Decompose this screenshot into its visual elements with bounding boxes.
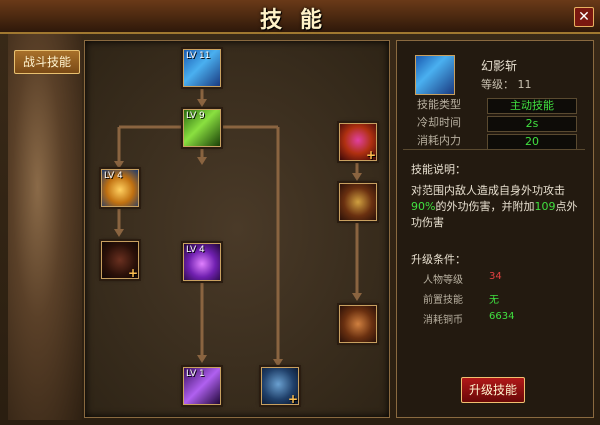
skill-window: 技能 ✕ 战斗技能 LV 11 LV 9 LV 4 LV 4 LV 1 + + … xyxy=(0,0,600,425)
description-label: 技能说明： xyxy=(411,163,466,176)
skill-level: LV 1 xyxy=(186,369,205,379)
skill-slot-4[interactable]: LV 4 xyxy=(183,243,221,281)
requirements-label: 升级条件： xyxy=(411,253,466,266)
grade-value: 11 xyxy=(517,78,532,91)
skill-level: LV 11 xyxy=(186,51,211,61)
upgrade-skill-button[interactable]: 升级技能 xyxy=(461,377,525,403)
close-button[interactable]: ✕ xyxy=(574,7,594,27)
stat-label-type: 技能类型 xyxy=(417,98,461,111)
stat-value-cooldown: 2s xyxy=(487,116,577,132)
stat-label-cooldown: 冷却时间 xyxy=(417,116,461,129)
add-marker: + xyxy=(287,392,298,406)
skill-slot-8[interactable]: + xyxy=(339,123,377,162)
req-value-prereq: 无 xyxy=(489,295,499,306)
skill-level: LV 4 xyxy=(186,245,205,255)
description-percent: 90% xyxy=(411,200,436,213)
grade-label: 等级： xyxy=(481,78,514,91)
req-value-coins: 6634 xyxy=(489,311,515,322)
blue-slash-icon xyxy=(415,55,455,95)
skill-detail-panel: 幻影斩 等级： 11 技能类型 主动技能 冷却时间 2s 消耗内力 20 技能说… xyxy=(396,40,594,418)
skill-slot-5[interactable]: LV 1 xyxy=(183,367,221,405)
add-marker: + xyxy=(127,266,138,280)
add-marker: + xyxy=(365,148,376,162)
skill-level: LV 9 xyxy=(186,111,205,121)
window-title: 技能 xyxy=(259,8,340,33)
skill-slot-6[interactable]: + xyxy=(101,241,139,280)
req-label-level: 人物等级 xyxy=(423,275,463,286)
skill-tree-connectors xyxy=(114,85,362,367)
description-text: 的外功伤害，并附加 xyxy=(435,200,535,213)
stat-value-cost: 20 xyxy=(487,134,577,150)
skill-grade: 等级： 11 xyxy=(481,76,532,92)
skill-slot-10[interactable] xyxy=(339,305,377,343)
title-bar: 技能 ✕ xyxy=(0,0,600,34)
skill-level: LV 4 xyxy=(104,171,123,181)
skill-slot-9[interactable] xyxy=(339,183,377,221)
skill-slot-1[interactable]: LV 11 xyxy=(183,49,221,87)
skill-name: 幻影斩 xyxy=(481,59,518,73)
skill-slot-3[interactable]: LV 4 xyxy=(101,169,139,207)
description-number: 109 xyxy=(534,200,556,213)
stat-label-cost: 消耗内力 xyxy=(417,134,461,147)
req-label-prereq: 前置技能 xyxy=(423,295,463,306)
skill-slot-2[interactable]: LV 9 xyxy=(183,109,221,147)
skill-tree-panel: LV 11 LV 9 LV 4 LV 4 LV 1 + + + xyxy=(84,40,390,418)
req-label-coins: 消耗铜币 xyxy=(423,315,463,326)
stat-value-type: 主动技能 xyxy=(487,98,577,114)
skill-slot-7[interactable]: + xyxy=(261,367,299,406)
description-text: 对范围内敌人造成自身外功攻击 xyxy=(411,184,565,197)
req-value-level: 34 xyxy=(489,271,502,282)
divider xyxy=(403,149,585,150)
background-scene xyxy=(8,32,82,420)
tab-combat-skills[interactable]: 战斗技能 xyxy=(14,50,80,74)
skill-description: 对范围内敌人造成自身外功攻击90%的外功伤害，并附加109点外功伤害 xyxy=(411,183,587,231)
